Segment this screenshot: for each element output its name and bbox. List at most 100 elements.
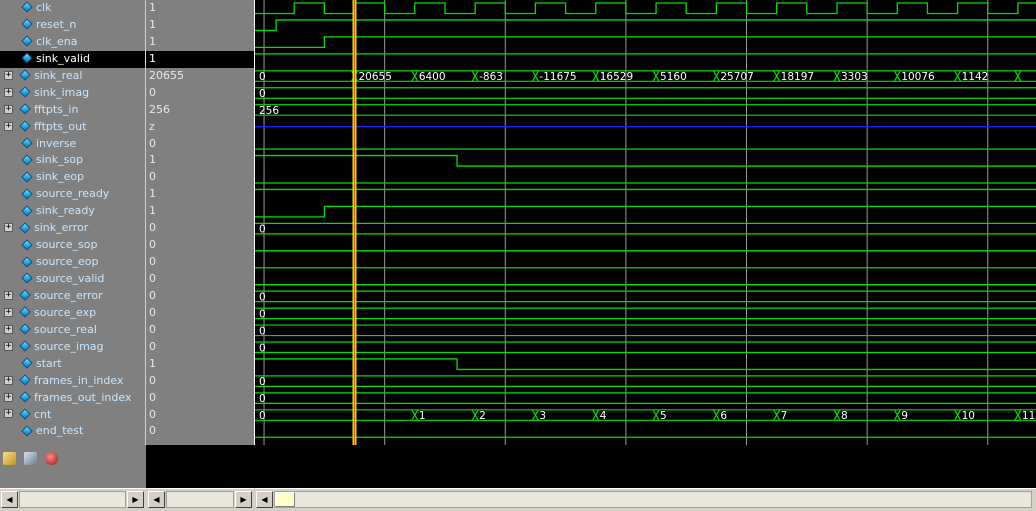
expand-icon-source_error[interactable]: +: [4, 290, 13, 300]
expand-icon-sink_error[interactable]: +: [4, 223, 13, 233]
signal-values-panel[interactable]: 1 1 1 1 20655 0 256 z 0 1 0 1 1 0 0 0 0 0 0 0 0 1 0 0 0 0: [146, 0, 255, 445]
signal-names-panel[interactable]: clk reset_n clk_ena sink_valid + sink_real + si…: [0, 0, 146, 445]
wave-source_exp: 0: [255, 307, 1036, 320]
wave-trace: [255, 205, 1036, 218]
signal-row-cnt[interactable]: + cnt: [0, 407, 145, 424]
bus-transition: [534, 409, 539, 421]
delete-marker-icon[interactable]: [45, 452, 59, 465]
expand-icon-source_real[interactable]: +: [4, 324, 13, 334]
signal-row-clk[interactable]: clk: [0, 0, 145, 17]
bus-transition: [595, 70, 600, 82]
signal-row-source_sop[interactable]: source_sop: [0, 237, 145, 254]
bus-value-label: 0: [259, 410, 266, 422]
wave-sink_sop: [255, 154, 1036, 167]
values-hscrollbar[interactable]: ◀ ▶: [147, 488, 254, 511]
bus-value-label: 16529: [600, 71, 633, 83]
bus-value-label: 11: [1022, 410, 1035, 422]
signal-value-fftpts_in: 256: [149, 102, 170, 116]
scrollbar-row: ◀ ▶ ◀ ▶ ◀: [0, 488, 1036, 511]
bus-value-label: 3: [539, 410, 546, 422]
signal-row-sink_error[interactable]: + sink_error: [0, 220, 145, 237]
names-scroll-track[interactable]: [19, 491, 126, 508]
expand-icon-sink_imag[interactable]: +: [4, 87, 13, 97]
signal-value-end_test: 0: [149, 424, 156, 438]
signal-diamond-icon: [18, 222, 31, 234]
signal-row-source_eop[interactable]: source_eop: [0, 254, 145, 271]
names-scroll-left-button[interactable]: ◀: [1, 491, 18, 508]
signal-name-label: end_test: [36, 424, 84, 438]
signal-value-inverse: 0: [149, 136, 156, 150]
wave-clk: [255, 2, 1036, 15]
signal-row-fftpts_in[interactable]: + fftpts_in: [0, 102, 145, 119]
signal-row-sink_real[interactable]: + sink_real: [0, 68, 145, 85]
signal-row-source_error[interactable]: + source_error: [0, 288, 145, 305]
signal-name-label: sink_sop: [36, 153, 84, 167]
signal-row-start[interactable]: start: [0, 356, 145, 373]
wave-frames_out_index: 0: [255, 392, 1036, 405]
bus-value-label: 0: [259, 376, 266, 388]
signal-value-source_sop: 0: [149, 238, 156, 252]
expand-icon-fftpts_out[interactable]: +: [4, 121, 13, 131]
bus-value-label: 7: [781, 410, 788, 422]
bus-transition: [474, 409, 479, 421]
wave-scroll-track[interactable]: [274, 491, 1032, 508]
signal-row-fftpts_out[interactable]: + fftpts_out: [0, 119, 145, 136]
expand-icon-frames_in_index[interactable]: +: [4, 375, 13, 385]
signal-row-reset_n[interactable]: reset_n: [0, 17, 145, 34]
signal-row-sink_imag[interactable]: + sink_imag: [0, 85, 145, 102]
signal-name-label: cnt: [34, 407, 52, 421]
signal-name-label: source_imag: [34, 339, 104, 353]
bus-transition: [595, 409, 600, 421]
signal-row-inverse[interactable]: inverse: [0, 136, 145, 153]
bus-transition: [715, 70, 720, 82]
signal-diamond-icon: [20, 188, 33, 200]
wave-scroll-left-button[interactable]: ◀: [256, 491, 273, 508]
signal-diamond-icon: [20, 1, 33, 14]
signal-row-sink_eop[interactable]: sink_eop: [0, 169, 145, 186]
names-scroll-right-button[interactable]: ▶: [127, 491, 144, 508]
lock-icon[interactable]: [3, 452, 16, 465]
signal-row-sink_valid[interactable]: sink_valid: [0, 50, 145, 68]
signal-diamond-icon: [18, 103, 31, 115]
expand-icon-source_imag[interactable]: +: [4, 341, 13, 351]
wave-scroll-thumb[interactable]: [275, 492, 295, 507]
expand-icon-frames_out_index[interactable]: +: [4, 392, 13, 402]
signal-row-source_valid[interactable]: source_valid: [0, 271, 145, 288]
status-bar: Now 15670 ns Cursor 1 95 ns 80 ns100 ns1…: [0, 445, 1036, 488]
signal-name-label: source_real: [34, 322, 97, 336]
signal-diamond-icon: [20, 171, 33, 183]
waveform-canvas[interactable]: 0 20655 6400 -863 -11675 16529 5160 25707 18197 3…: [255, 0, 1036, 445]
signal-row-source_real[interactable]: + source_real: [0, 322, 145, 339]
values-scroll-right-button[interactable]: ▶: [235, 491, 252, 508]
names-hscrollbar[interactable]: ◀ ▶: [0, 488, 146, 511]
signal-row-sink_ready[interactable]: sink_ready: [0, 203, 145, 220]
values-scroll-left-button[interactable]: ◀: [148, 491, 165, 508]
expand-icon-cnt[interactable]: +: [4, 409, 13, 419]
values-scroll-track[interactable]: [166, 491, 234, 508]
signal-row-source_imag[interactable]: + source_imag: [0, 339, 145, 356]
signal-row-clk_ena[interactable]: clk_ena: [0, 34, 145, 51]
bus-value-label: 6400: [419, 71, 446, 83]
signal-diamond-icon: [18, 69, 31, 81]
signal-row-source_exp[interactable]: + source_exp: [0, 305, 145, 322]
bus-value-label: 5: [660, 410, 667, 422]
signal-diamond-icon: [20, 425, 33, 437]
bus-value-label: 0: [259, 71, 266, 83]
bus-value-label: 5160: [660, 71, 687, 83]
signal-name-label: fftpts_in: [34, 102, 79, 116]
bus-transition: [956, 70, 962, 82]
expand-icon-fftpts_in[interactable]: +: [4, 104, 13, 114]
wrench-icon[interactable]: [24, 452, 38, 465]
signal-row-source_ready[interactable]: source_ready: [0, 186, 145, 203]
signal-row-frames_in_index[interactable]: + frames_in_index: [0, 373, 145, 390]
bus-value-label: 6: [720, 410, 727, 422]
wave-hscrollbar[interactable]: ◀: [255, 488, 1036, 511]
status-icons-row-bottom: [0, 452, 146, 488]
signal-value-fftpts_out: z: [149, 119, 155, 133]
signal-row-frames_out_index[interactable]: + frames_out_index: [0, 390, 145, 407]
signal-row-sink_sop[interactable]: sink_sop: [0, 152, 145, 169]
expand-icon-source_exp[interactable]: +: [4, 307, 13, 317]
signal-row-end_test[interactable]: end_test: [0, 423, 145, 440]
expand-icon-sink_real[interactable]: +: [4, 70, 13, 80]
bus-transition: [1017, 409, 1022, 421]
